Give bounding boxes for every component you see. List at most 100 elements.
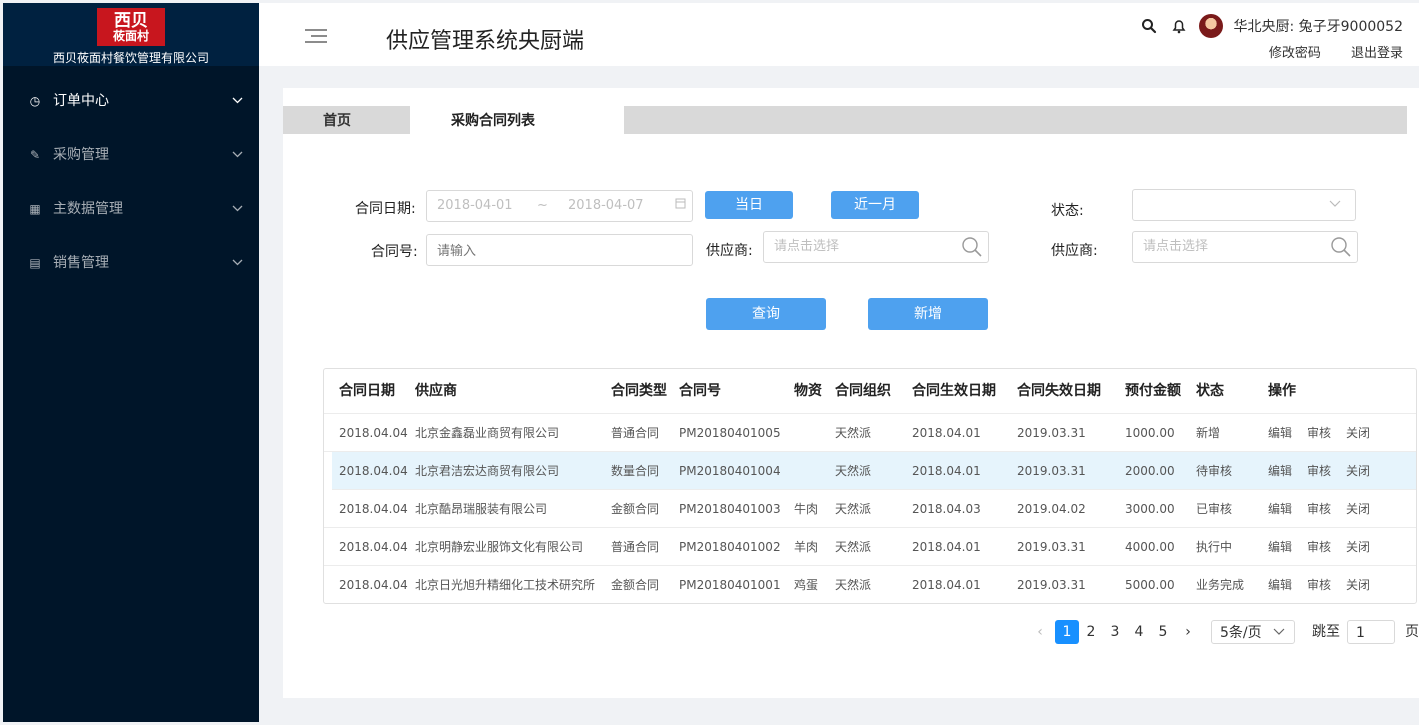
close-link[interactable]: 关闭 — [1346, 566, 1370, 604]
table-row[interactable]: 2018.04.04 北京金鑫磊业商贸有限公司 普通合同 PM20180401005 天… — [324, 414, 1416, 452]
add-button[interactable]: 新增 — [868, 298, 988, 330]
sidebar-item-3[interactable]: ▤ 销售管理 — [3, 236, 259, 290]
cell-amount: 3000.00 — [1125, 502, 1175, 516]
column-header: 合同失效日期 — [1017, 383, 1101, 399]
edit-link[interactable]: 编辑 — [1268, 566, 1292, 604]
list-icon: ▤ — [29, 256, 41, 270]
cell-org: 天然派 — [835, 578, 872, 592]
tab-home[interactable]: 首页 — [283, 106, 410, 134]
supplier2-picker[interactable]: 请点击选择 — [1132, 231, 1358, 263]
chevron-down-icon — [1273, 620, 1285, 644]
logo-line2: 莜面村 — [112, 29, 149, 43]
menu-toggle-icon[interactable] — [305, 29, 327, 45]
column-header: 合同组织 — [835, 383, 891, 399]
cell-amount: 5000.00 — [1125, 578, 1175, 592]
review-link[interactable]: 审核 — [1307, 452, 1331, 490]
column-header: 供应商 — [415, 383, 457, 399]
close-link[interactable]: 关闭 — [1346, 490, 1370, 528]
cell-no: PM20180401005 — [679, 426, 781, 440]
query-button[interactable]: 查询 — [706, 298, 826, 330]
cell-date: 2018.04.04 — [339, 540, 408, 554]
cell-start: 2018.04.01 — [912, 578, 981, 592]
column-header: 物资 — [794, 383, 822, 399]
page-suffix: 页 — [1405, 624, 1419, 640]
contract-date-label: 合同日期: — [355, 201, 416, 217]
page-1[interactable]: 1 — [1055, 620, 1079, 644]
table-row[interactable]: 2018.04.04 北京酷昂瑞服装有限公司 金额合同 PM20180401003 牛肉… — [324, 490, 1416, 528]
chevron-down-icon — [232, 236, 243, 290]
page-3[interactable]: 3 — [1103, 620, 1127, 644]
edit-icon: ✎ — [29, 148, 41, 162]
search-icon[interactable] — [1139, 16, 1159, 36]
company-name: 西贝莜面村餐饮管理有限公司 — [52, 51, 209, 65]
supplier-placeholder: 请点击选择 — [774, 239, 840, 254]
table-row[interactable]: 2018.04.04 北京明静宏业服饰文化有限公司 普通合同 PM2018040100… — [324, 528, 1416, 566]
calendar-icon — [675, 191, 686, 221]
cell-date: 2018.04.04 — [339, 426, 408, 440]
close-link[interactable]: 关闭 — [1346, 528, 1370, 566]
sidebar-item-2[interactable]: ▦ 主数据管理 — [3, 182, 259, 236]
supplier-label: 供应商: — [706, 243, 753, 259]
prev-page-icon[interactable]: ‹ — [1033, 620, 1047, 644]
cell-status: 执行中 — [1196, 540, 1233, 554]
cell-supplier: 北京君洁宏达商贸有限公司 — [415, 464, 560, 478]
cell-status: 已审核 — [1196, 502, 1233, 516]
column-header: 预付金额 — [1125, 383, 1181, 399]
sidebar: 西贝 莜面村 西贝莜面村餐饮管理有限公司 ◷ 订单中心 ✎ 采购管理 ▦ 主数据管理 ▤ 销售… — [3, 3, 259, 722]
cell-org: 天然派 — [835, 502, 872, 516]
search-icon[interactable] — [961, 236, 983, 270]
contract-no-input[interactable] — [426, 234, 693, 266]
review-link[interactable]: 审核 — [1307, 490, 1331, 528]
search-icon[interactable] — [1330, 236, 1352, 270]
edit-link[interactable]: 编辑 — [1268, 528, 1292, 566]
cell-org: 天然派 — [835, 540, 872, 554]
tab-contract-list[interactable]: 采购合同列表 — [410, 106, 624, 134]
today-button[interactable]: 当日 — [705, 191, 793, 219]
cell-end: 2019.04.02 — [1017, 502, 1086, 516]
chevron-down-icon — [1329, 190, 1341, 220]
column-header: 状态 — [1196, 383, 1224, 399]
date-range-picker[interactable]: 2018-04-01 ~ 2018-04-07 — [426, 190, 693, 222]
page-2[interactable]: 2 — [1079, 620, 1103, 644]
supplier-picker[interactable]: 请点击选择 — [763, 231, 989, 263]
last-month-button[interactable]: 近一月 — [831, 191, 919, 219]
jump-label: 跳至 — [1312, 624, 1340, 640]
change-password-link[interactable]: 修改密码 — [1269, 46, 1321, 61]
table-row[interactable]: 2018.04.04 北京君洁宏达商贸有限公司 数量合同 PM20180401004 天… — [332, 452, 1416, 490]
close-link[interactable]: 关闭 — [1346, 414, 1370, 452]
jump-input[interactable]: 1 — [1347, 620, 1395, 644]
close-link[interactable]: 关闭 — [1346, 452, 1370, 490]
date-separator: ~ — [537, 198, 548, 213]
column-header: 操作 — [1268, 383, 1296, 399]
cell-end: 2019.03.31 — [1017, 540, 1086, 554]
cell-org: 天然派 — [835, 464, 872, 478]
review-link[interactable]: 审核 — [1307, 566, 1331, 604]
sidebar-item-1[interactable]: ✎ 采购管理 — [3, 128, 259, 182]
review-link[interactable]: 审核 — [1307, 528, 1331, 566]
dashboard-icon: ◷ — [29, 94, 41, 108]
cell-supplier: 北京明静宏业服饰文化有限公司 — [415, 540, 584, 554]
edit-link[interactable]: 编辑 — [1268, 414, 1292, 452]
cell-end: 2019.03.31 — [1017, 464, 1086, 478]
status-select[interactable] — [1132, 189, 1356, 221]
cell-amount: 2000.00 — [1125, 464, 1175, 478]
sidebar-item-0[interactable]: ◷ 订单中心 — [3, 74, 259, 128]
review-link[interactable]: 审核 — [1307, 414, 1331, 452]
brand-logo: 西贝 莜面村 — [97, 8, 165, 46]
page-5[interactable]: 5 — [1151, 620, 1175, 644]
supplier2-label: 供应商: — [1051, 243, 1098, 259]
next-page-icon[interactable]: › — [1181, 620, 1195, 644]
table-row[interactable]: 2018.04.04 北京日光旭升精细化工技术研究所 金额合同 PM201804010… — [324, 566, 1416, 604]
cell-no: PM20180401002 — [679, 540, 781, 554]
bell-icon[interactable] — [1169, 16, 1189, 36]
cell-status: 待审核 — [1196, 464, 1233, 478]
edit-link[interactable]: 编辑 — [1268, 452, 1292, 490]
app-title: 供应管理系统央厨端 — [386, 29, 585, 54]
cell-material: 鸡蛋 — [794, 578, 819, 592]
logout-link[interactable]: 退出登录 — [1351, 46, 1403, 61]
date-end: 2018-04-07 — [568, 198, 644, 213]
edit-link[interactable]: 编辑 — [1268, 490, 1292, 528]
page-4[interactable]: 4 — [1127, 620, 1151, 644]
cell-start: 2018.04.01 — [912, 464, 981, 478]
avatar[interactable] — [1199, 14, 1224, 38]
